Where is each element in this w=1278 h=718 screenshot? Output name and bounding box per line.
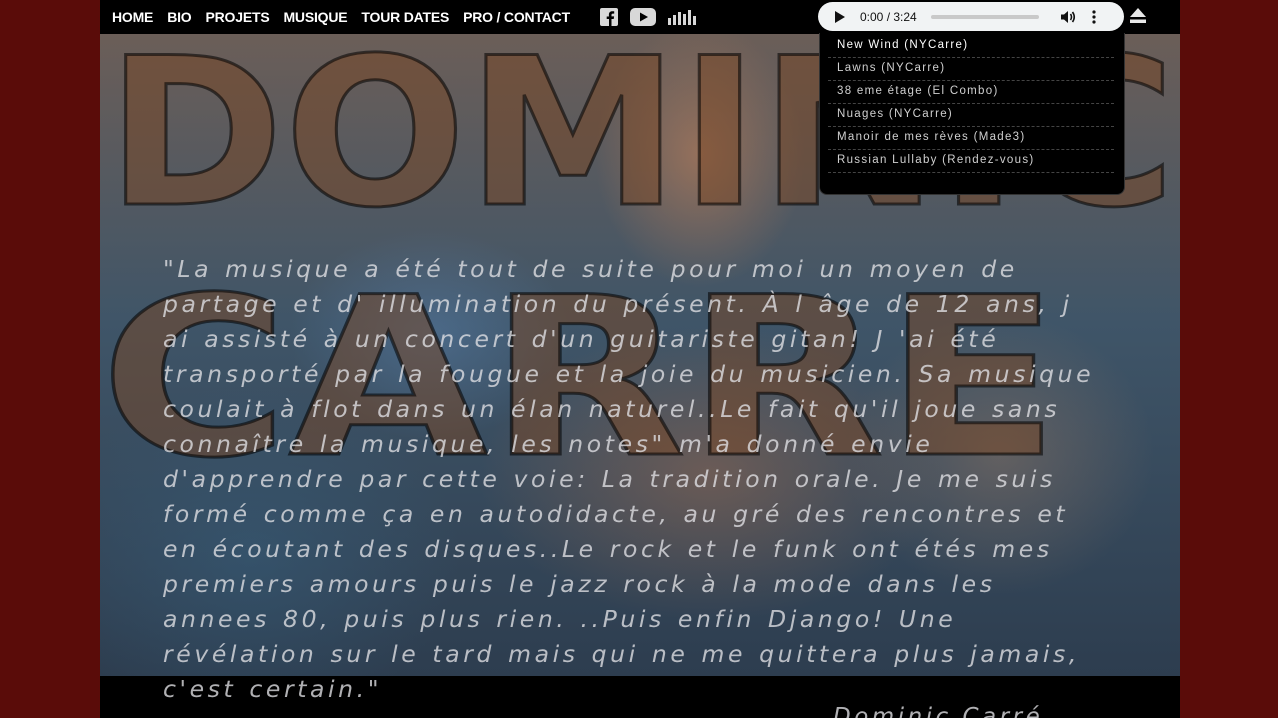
more-options-icon[interactable] [1092,9,1096,24]
playlist-item[interactable]: 38 eme étage (El Combo) [828,81,1114,104]
play-icon[interactable] [834,10,854,24]
playlist-item[interactable]: Nuages (NYCarre) [828,104,1114,127]
playlist-item[interactable]: Manoir de mes rèves (Made3) [828,127,1114,150]
quote-line: ai assisté à un concert d'un guitariste … [163,325,1000,353]
quote-line: en écoutant des disques..Le rock et le f… [163,535,1053,563]
playlist-item[interactable]: Russian Lullaby (Rendez-vous) [828,150,1114,173]
quote-line: d'apprendre par cette voie: La tradition… [163,465,1056,493]
quote-line: coulait à flot dans un élan naturel..Le … [163,395,1061,423]
nav-home[interactable]: HOME [112,9,153,25]
playlist-item[interactable]: Lawns (NYCarre) [828,58,1114,81]
quote-line: formé comme ça en autodidacte, au gré de… [163,500,1069,528]
quote-line: révélation sur le tard mais qui ne me qu… [163,640,1080,668]
page-stage: DOMINIC CARRE HOME BIO PROJETS MUSIQUE T… [100,0,1180,718]
playlist: New Wind (NYCarre) Lawns (NYCarre) 38 em… [819,33,1125,195]
volume-icon[interactable] [1060,10,1076,24]
quote-signature: Dominic Carré [833,704,1044,718]
player-time: 0:00 / 3:24 [860,9,917,24]
nav-bio[interactable]: BIO [167,9,191,25]
eject-icon[interactable] [1129,7,1147,25]
quote-line: transporté par la fougue et la joie du m… [163,360,1095,388]
social-links [599,8,708,26]
quote-line: connaître la musique, les notes" m'a don… [163,430,934,458]
facebook-icon[interactable] [599,8,618,26]
audio-player: 0:00 / 3:24 [818,2,1124,31]
soundcloud-icon[interactable] [667,9,696,25]
player-progress-bar[interactable] [930,14,1039,19]
nav-projets[interactable]: PROJETS [206,9,270,25]
nav-tour-dates[interactable]: TOUR DATES [361,9,449,25]
quote-line: annees 80, puis plus rien. ..Puis enfin … [163,605,957,633]
nav-musique[interactable]: MUSIQUE [283,9,347,25]
quote-line: c'est certain." [163,675,383,703]
playlist-item[interactable]: New Wind (NYCarre) [828,35,1114,58]
quote-line: premiers amours puis le jazz rock à la m… [163,570,996,598]
quote-line: "La musique a été tout de suite pour moi… [163,255,1018,283]
nav-pro-contact[interactable]: PRO / CONTACT [463,9,570,25]
quote-line: partage et d' illumination du présent. À… [163,290,1073,318]
bio-quote: "La musique a été tout de suite pour moi… [163,252,1163,707]
youtube-icon[interactable] [629,8,656,26]
